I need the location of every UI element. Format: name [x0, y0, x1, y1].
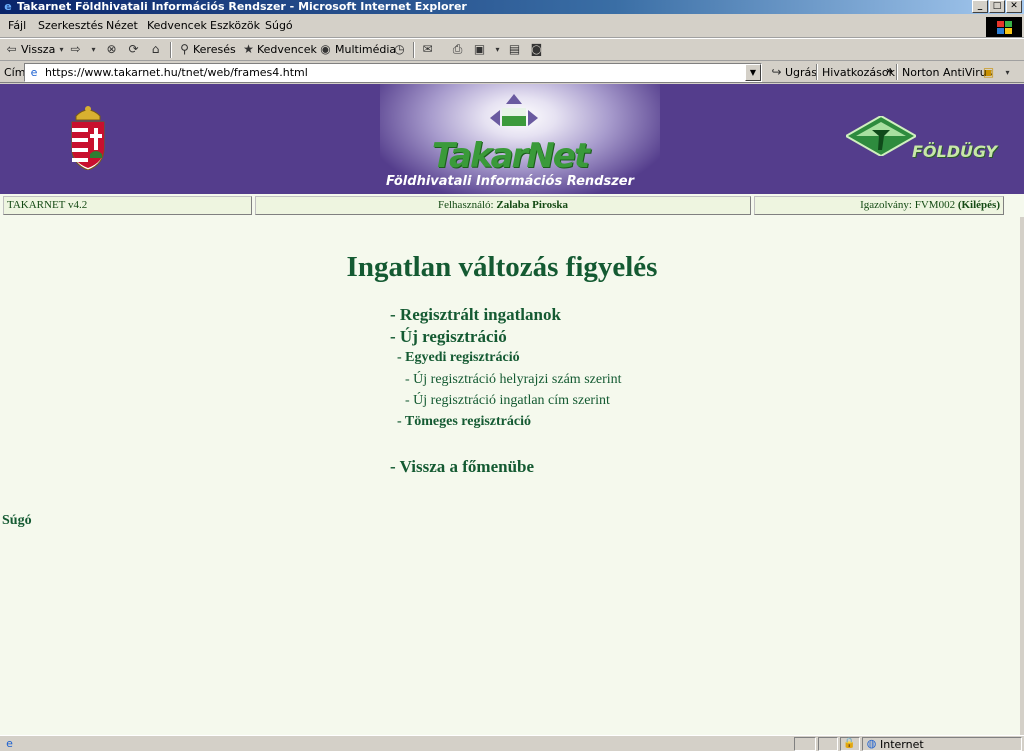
toolbar: ⇦ Vissza ▾ ⇨ ▾ ⊗ ⟳ ⌂ ⚲ Keresés ★ Kedvenc…: [0, 38, 1024, 61]
favorites-button[interactable]: Kedvencek: [257, 43, 317, 56]
links-button[interactable]: Hivatkozások: [822, 66, 895, 79]
user-label: Felhasználó:: [438, 199, 497, 211]
norton-dropdown-icon[interactable]: ▾: [1000, 65, 1015, 80]
help-link[interactable]: Súgó: [2, 513, 32, 529]
menu-edit[interactable]: Szerkesztés: [38, 19, 103, 32]
register-by-parcel-number-link[interactable]: - Új regisztráció helyrajzi szám szerint: [405, 372, 622, 388]
user-name: Zalaba Piroska: [496, 199, 568, 211]
favorites-icon[interactable]: ★: [241, 42, 256, 57]
toolbar-separator: [816, 64, 818, 80]
links-chevron-icon[interactable]: »: [886, 64, 893, 77]
new-registration-link[interactable]: - Új regisztráció: [390, 327, 507, 347]
toolbar-separator: [896, 64, 898, 80]
messenger-icon[interactable]: ◙: [529, 42, 544, 57]
back-button[interactable]: Vissza: [21, 43, 55, 56]
version-label: TAKARNET v4.2: [3, 196, 252, 215]
status-pane: [818, 737, 838, 751]
id-info: Igazolvány: FVM002 (Kilépés): [754, 196, 1004, 215]
back-arrow-icon[interactable]: ⇦: [4, 42, 19, 57]
single-registration-link[interactable]: - Egyedi regisztráció: [397, 350, 520, 366]
register-by-address-link[interactable]: - Új regisztráció ingatlan cím szerint: [405, 393, 610, 409]
norton-icon[interactable]: ▣: [981, 65, 996, 80]
refresh-icon[interactable]: ⟳: [126, 42, 141, 57]
go-button[interactable]: Ugrás: [785, 66, 817, 79]
edit-icon[interactable]: ▣: [472, 42, 487, 57]
media-button[interactable]: Multimédia: [335, 43, 396, 56]
address-url[interactable]: https://www.takarnet.hu/tnet/web/frames4…: [45, 66, 308, 79]
banner-subtitle: Földhivatali Információs Rendszer: [386, 174, 634, 189]
address-bar: Cím e https://www.takarnet.hu/tnet/web/f…: [0, 62, 1024, 83]
search-icon[interactable]: ⚲: [177, 42, 192, 57]
foldugy-logo-icon: [846, 116, 916, 156]
toolbar-separator: [413, 42, 415, 58]
main-content: Ingatlan változás figyelés - Regisztrált…: [0, 217, 1024, 735]
menu-tools[interactable]: Eszközök: [210, 19, 260, 32]
toolbar-separator: [170, 42, 172, 58]
history-icon[interactable]: ◷: [392, 42, 407, 57]
user-info: Felhasználó: Zalaba Piroska: [255, 196, 751, 215]
menu-view[interactable]: Nézet: [106, 19, 138, 32]
status-bar: e 🔒 ◍ Internet: [0, 735, 1024, 751]
zone-label: Internet: [880, 738, 924, 751]
session-info-bar: TAKARNET v4.2 Felhasználó: Zalaba Pirosk…: [0, 194, 1024, 217]
forward-arrow-icon[interactable]: ⇨: [68, 42, 83, 57]
menu-file[interactable]: Fájl: [8, 19, 26, 32]
ie-logo-icon: e: [4, 0, 12, 13]
address-dropdown-icon[interactable]: ▼: [745, 64, 761, 81]
lock-icon: 🔒: [843, 738, 856, 749]
title-bar: e Takarnet Földhivatali Információs Rend…: [0, 0, 1024, 14]
home-icon[interactable]: ⌂: [148, 42, 163, 57]
windows-logo-icon: [986, 17, 1022, 37]
back-to-main-menu-link[interactable]: - Vissza a főmenübe: [390, 457, 534, 477]
globe-icon: ◍: [866, 737, 877, 750]
close-button[interactable]: ✕: [1006, 0, 1022, 13]
bulk-registration-link[interactable]: - Tömeges regisztráció: [397, 414, 531, 430]
foldugy-logo-text: FÖLDÜGY: [912, 142, 998, 161]
media-icon[interactable]: ◉: [318, 42, 333, 57]
norton-button[interactable]: Norton AntiVirus: [902, 66, 992, 79]
menu-favorites[interactable]: Kedvencek: [147, 19, 207, 32]
page-icon: e: [30, 66, 38, 79]
back-dropdown-icon[interactable]: ▾: [54, 42, 69, 57]
id-label: Igazolvány: FVM002: [860, 199, 958, 211]
address-label: Cím: [4, 66, 26, 79]
page-status-icon: e: [6, 737, 13, 750]
status-pane: [794, 737, 816, 751]
takarnet-logo: TakarNet: [431, 136, 590, 176]
hungarian-coat-of-arms-icon: [71, 106, 105, 170]
search-button[interactable]: Keresés: [193, 43, 236, 56]
registered-properties-link[interactable]: - Regisztrált ingatlanok: [390, 305, 561, 325]
stop-icon[interactable]: ⊗: [104, 42, 119, 57]
forward-dropdown-icon[interactable]: ▾: [86, 42, 101, 57]
maximize-button[interactable]: □: [989, 0, 1005, 13]
window-title: Takarnet Földhivatali Információs Rendsz…: [17, 0, 467, 13]
edit-dropdown-icon[interactable]: ▾: [490, 42, 505, 57]
logout-link[interactable]: (Kilépés): [958, 199, 1000, 211]
address-input[interactable]: e https://www.takarnet.hu/tnet/web/frame…: [24, 63, 762, 82]
go-arrow-icon[interactable]: ↪: [769, 65, 784, 80]
print-icon[interactable]: ⎙: [450, 42, 465, 57]
takarnet-banner: TakarNet Földhivatali Információs Rendsz…: [0, 84, 1024, 194]
minimize-button[interactable]: _: [972, 0, 988, 13]
menu-help[interactable]: Súgó: [265, 19, 293, 32]
menu-bar: Fájl Szerkesztés Nézet Kedvencek Eszközö…: [0, 16, 1024, 38]
discuss-icon[interactable]: ▤: [507, 42, 522, 57]
mail-icon[interactable]: ✉: [420, 42, 435, 57]
page-title: Ingatlan változás figyelés: [346, 251, 658, 283]
